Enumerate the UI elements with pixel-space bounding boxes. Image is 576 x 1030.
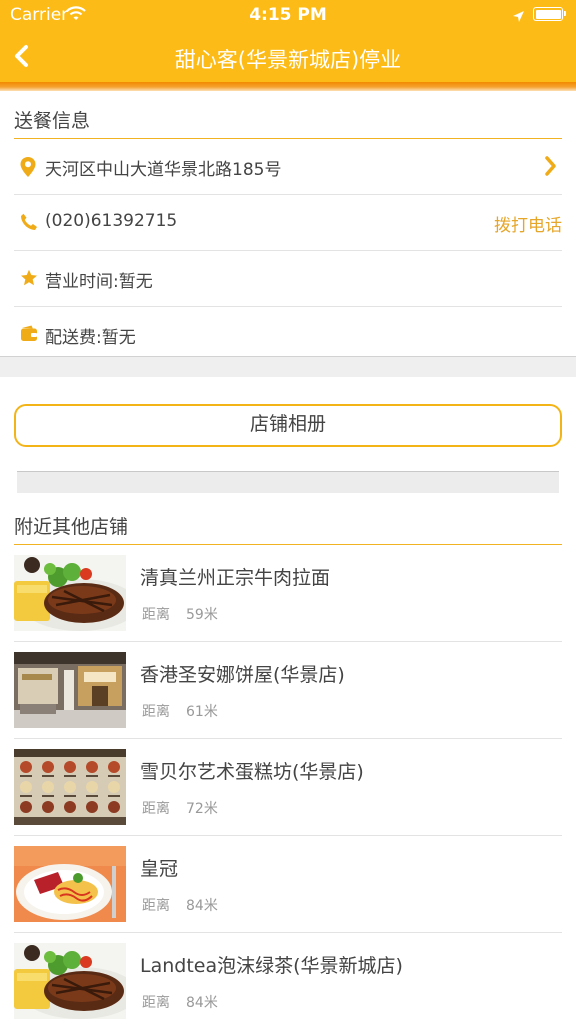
battery-icon <box>533 7 566 21</box>
steak-thumbnail <box>14 943 126 1019</box>
address-row[interactable]: 天河区中山大道华景北路185号 <box>14 139 562 195</box>
steak-thumbnail <box>14 555 126 631</box>
call-button[interactable]: 拨打电话 <box>494 211 562 236</box>
location-pin-icon <box>20 157 36 181</box>
chevron-left-icon <box>15 45 28 67</box>
location-arrow-icon <box>512 8 525 27</box>
gray-divider <box>17 471 559 493</box>
address-text: 天河区中山大道华景北路185号 <box>45 160 282 180</box>
store-list-item[interactable]: 清真兰州正宗牛肉拉面 距离 59米 <box>14 545 562 642</box>
distance-label: 距离 <box>142 704 170 720</box>
section-separator <box>0 356 576 377</box>
store-name: 皇冠 <box>140 858 179 880</box>
store-list-item[interactable]: Landtea泡沫绿茶(华景新城店) 距离 84米 <box>14 933 562 1030</box>
distance-label: 距离 <box>142 995 170 1011</box>
distance-label: 距离 <box>142 607 170 623</box>
distance-value: 59米 <box>186 607 218 623</box>
store-list-item[interactable]: 香港圣安娜饼屋(华景店) 距离 61米 <box>14 642 562 739</box>
distance-value: 84米 <box>186 995 218 1011</box>
page-title: 甜心客(华景新城店)停业 <box>174 48 402 72</box>
phone-number: (020)61392715 <box>45 211 178 231</box>
store-name: Landtea泡沫绿茶(华景新城店) <box>140 955 403 977</box>
star-icon <box>20 269 38 291</box>
business-hours-text: 营业时间:暂无 <box>45 272 153 292</box>
cake-menu-thumbnail <box>14 749 126 825</box>
store-name: 清真兰州正宗牛肉拉面 <box>140 567 331 589</box>
bakery-storefront-thumbnail <box>14 652 126 728</box>
nav-bar: 甜心客(华景新城店)停业 <box>0 30 576 82</box>
hours-row: 营业时间:暂无 <box>14 251 562 307</box>
phone-icon <box>20 213 38 235</box>
nearby-section-title: 附近其他店铺 <box>14 511 562 545</box>
distance-label: 距离 <box>142 898 170 914</box>
status-bar: Carrier 4:15 PM <box>0 0 576 30</box>
delivery-section-title: 送餐信息 <box>14 105 562 139</box>
distance-value: 61米 <box>186 704 218 720</box>
clock: 4:15 PM <box>249 5 327 25</box>
store-album-button[interactable]: 店铺相册 <box>14 404 562 447</box>
back-button[interactable] <box>12 44 30 72</box>
distance-value: 72米 <box>186 801 218 817</box>
distance-label: 距离 <box>142 801 170 817</box>
chevron-right-icon <box>544 156 556 180</box>
distance-value: 84米 <box>186 898 218 914</box>
plated-dish-thumbnail <box>14 846 126 922</box>
phone-row: (020)61392715 拨打电话 <box>14 195 562 251</box>
store-name: 雪贝尔艺术蛋糕坊(华景店) <box>140 761 364 783</box>
wallet-icon <box>20 325 38 346</box>
delivery-fee-row: 配送费:暂无 <box>14 307 562 363</box>
nav-divider <box>0 82 576 91</box>
store-list-item[interactable]: 皇冠 距离 84米 <box>14 836 562 933</box>
store-name: 香港圣安娜饼屋(华景店) <box>140 664 345 686</box>
store-list-item[interactable]: 雪贝尔艺术蛋糕坊(华景店) 距离 72米 <box>14 739 562 836</box>
delivery-fee-text: 配送费:暂无 <box>45 328 136 348</box>
